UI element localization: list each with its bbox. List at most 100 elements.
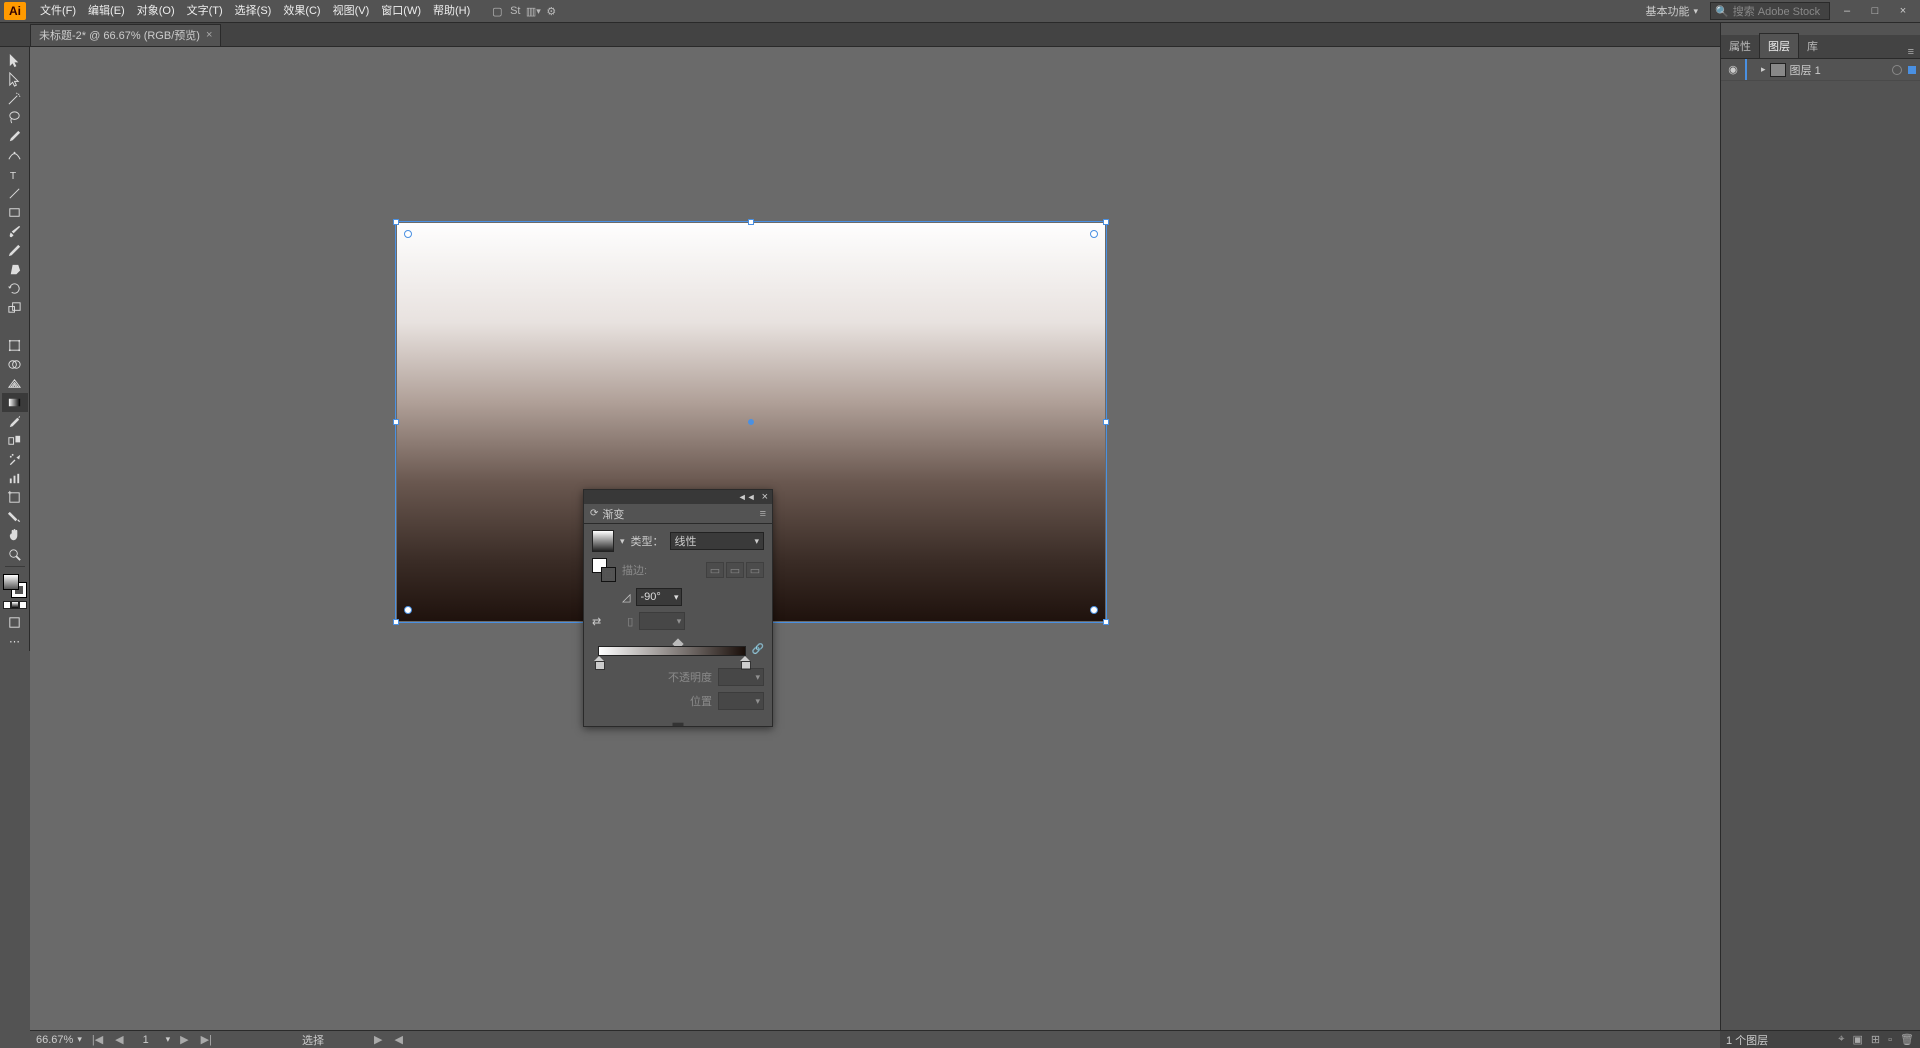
delete-layer-icon[interactable]: 🗑 (1900, 1033, 1914, 1046)
tab-layers[interactable]: 图层 (1759, 33, 1799, 58)
gradient-ramp[interactable] (598, 646, 746, 656)
last-artboard-button[interactable]: ▶| (199, 1033, 214, 1046)
pencil-tool[interactable] (2, 241, 28, 260)
arrange-icon[interactable]: ▥ ▾ (524, 2, 542, 20)
direct-selection-tool[interactable] (2, 70, 28, 89)
link-stops-icon[interactable]: 🔗 (752, 644, 764, 655)
eraser-tool[interactable] (2, 260, 28, 279)
pen-tool[interactable] (2, 127, 28, 146)
menu-edit[interactable]: 编辑(E) (82, 0, 131, 23)
minimize-button[interactable]: – (1836, 2, 1858, 20)
magic-wand-tool[interactable] (2, 89, 28, 108)
type-tool[interactable]: T (2, 165, 28, 184)
stock-icon[interactable]: St (506, 2, 524, 20)
column-graph-tool[interactable] (2, 469, 28, 488)
menu-view[interactable]: 视图(V) (327, 0, 376, 23)
panel-menu-icon[interactable]: ≡ (1902, 46, 1920, 58)
eyedropper-tool[interactable] (2, 412, 28, 431)
zoom-tool[interactable] (2, 545, 28, 564)
gradient-fill-stroke[interactable] (592, 558, 616, 582)
gradient-preview[interactable] (592, 530, 614, 552)
menu-effect[interactable]: 效果(C) (277, 0, 326, 23)
refresh-icon[interactable]: ⟳ (590, 508, 598, 519)
prev-artboard-button[interactable]: ◀ (113, 1033, 125, 1046)
status-rev-button[interactable]: ◀ (392, 1033, 404, 1046)
make-clipping-mask-icon[interactable]: ▣ (1853, 1033, 1863, 1046)
menu-help[interactable]: 帮助(H) (427, 0, 476, 23)
search-stock-input[interactable]: 🔍 搜索 Adobe Stock (1710, 2, 1830, 20)
status-play-button[interactable]: ▶ (372, 1033, 384, 1046)
gradient-panel[interactable]: ◄◄ × ⟳ 渐变 ≡ ▾ 类型： 线性 ▾ 描边: ▭ (583, 489, 773, 727)
line-tool[interactable] (2, 184, 28, 203)
panel-titlebar[interactable]: ◄◄ × (584, 490, 772, 504)
menu-object[interactable]: 对象(O) (131, 0, 181, 23)
color-mode-none[interactable] (19, 601, 27, 609)
new-sublayer-icon[interactable]: ⊞ (1871, 1033, 1880, 1046)
color-mode-solid[interactable] (3, 601, 11, 609)
rectangle-tool[interactable] (2, 203, 28, 222)
curvature-tool[interactable] (2, 146, 28, 165)
edit-toolbar[interactable]: ⋯ (2, 632, 28, 651)
share-icon[interactable]: ▢ (488, 2, 506, 20)
vertical-scrollbar[interactable] (1702, 499, 1716, 579)
gpu-icon[interactable]: ⚙ (542, 2, 560, 20)
angle-input[interactable]: -90° ▾ (636, 588, 682, 606)
stroke-across-button[interactable]: ▭ (746, 562, 764, 578)
tab-libraries[interactable]: 库 (1799, 34, 1826, 58)
layer-row[interactable]: ◉ ▸ 图层 1 (1721, 59, 1920, 81)
document-tab[interactable]: 未标题-2* @ 66.67% (RGB/预览) × (30, 24, 221, 46)
disclosure-icon[interactable]: ▸ (1761, 64, 1766, 75)
lasso-tool[interactable] (2, 108, 28, 127)
canvas-area[interactable]: ◄◄ × ⟳ 渐变 ≡ ▾ 类型： 线性 ▾ 描边: ▭ (30, 47, 1720, 1030)
color-mode-gradient[interactable] (11, 601, 19, 609)
selection-tool[interactable] (2, 51, 28, 70)
collapse-icon[interactable]: ◄◄ (738, 492, 756, 502)
gradient-preset-chevron[interactable]: ▾ (620, 536, 625, 547)
new-layer-icon[interactable]: ▫ (1888, 1034, 1892, 1046)
artboard-tool[interactable] (2, 488, 28, 507)
tab-properties[interactable]: 属性 (1721, 34, 1759, 58)
gradient-tool[interactable] (2, 393, 28, 412)
width-tool[interactable] (2, 317, 28, 336)
close-button[interactable]: × (1892, 2, 1914, 20)
maximize-button[interactable]: □ (1864, 2, 1886, 20)
stroke-along-button[interactable]: ▭ (726, 562, 744, 578)
layer-target-icon[interactable] (1892, 65, 1902, 75)
layer-name[interactable]: 图层 1 (1790, 62, 1821, 78)
panel-close-icon[interactable]: × (762, 491, 768, 503)
slice-tool[interactable] (2, 507, 28, 526)
visibility-toggle[interactable]: ◉ (1725, 63, 1741, 76)
menu-window[interactable]: 窗口(W) (375, 0, 427, 23)
menu-type[interactable]: 文字(T) (181, 0, 229, 23)
stroke-within-button[interactable]: ▭ (706, 562, 724, 578)
panel-resize-handle[interactable]: ▬ (584, 720, 772, 726)
free-transform-tool[interactable] (2, 336, 28, 355)
gradient-stop-right[interactable] (740, 656, 750, 668)
next-artboard-button[interactable]: ▶ (178, 1033, 190, 1046)
gradient-slider[interactable]: 🔗 (592, 640, 764, 662)
panel-menu-icon[interactable]: ≡ (760, 508, 766, 520)
locate-object-icon[interactable]: ⌖ (1838, 1033, 1844, 1046)
paintbrush-tool[interactable] (2, 222, 28, 241)
blend-tool[interactable] (2, 431, 28, 450)
menu-select[interactable]: 选择(S) (229, 0, 278, 23)
shape-builder-tool[interactable] (2, 355, 28, 374)
symbol-sprayer-tool[interactable] (2, 450, 28, 469)
reverse-gradient-icon[interactable]: ⇄ (592, 615, 601, 628)
artboard-number[interactable]: 1 (134, 1034, 158, 1046)
first-artboard-button[interactable]: |◀ (90, 1033, 105, 1046)
perspective-grid-tool[interactable] (2, 374, 28, 393)
hand-tool[interactable] (2, 526, 28, 545)
chevron-down-icon[interactable]: ▾ (166, 1034, 171, 1045)
gradient-type-select[interactable]: 线性 ▾ (670, 532, 764, 550)
screen-mode[interactable] (2, 613, 28, 632)
fill-swatch[interactable] (3, 574, 19, 590)
fill-stroke-swatch[interactable] (2, 573, 28, 599)
close-tab-icon[interactable]: × (206, 29, 212, 41)
gradient-stop-left[interactable] (594, 656, 604, 668)
workspace-switcher[interactable]: 基本功能 ▾ (1639, 3, 1704, 19)
rotate-tool[interactable] (2, 279, 28, 298)
scale-tool[interactable] (2, 298, 28, 317)
zoom-level[interactable]: 66.67% ▾ (36, 1034, 82, 1046)
menu-file[interactable]: 文件(F) (34, 0, 82, 23)
